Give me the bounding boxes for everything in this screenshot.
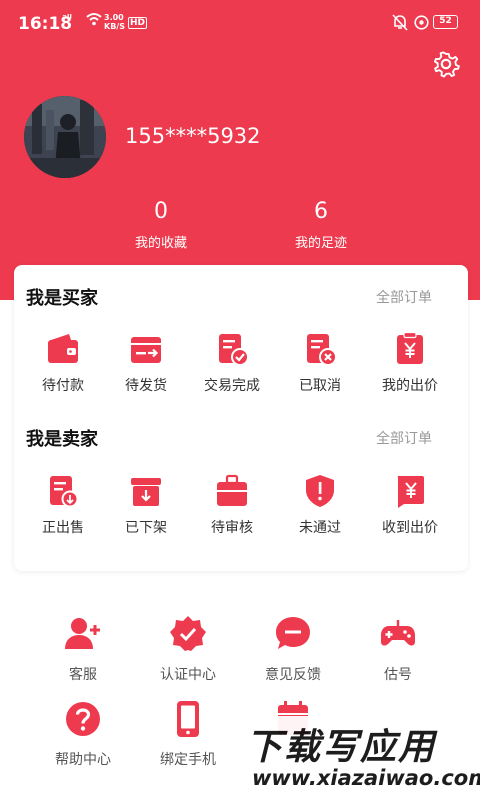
buyer-item-awaiting-shipment[interactable]: 待发货 bbox=[101, 331, 191, 395]
watermark-logo: 下载写应用 www.xiazaiwao.com bbox=[238, 716, 480, 800]
tool-bind-phone[interactable]: 绑定手机 bbox=[138, 700, 238, 769]
seller-item-rejected[interactable]: 未通过 bbox=[275, 473, 365, 537]
seller-item-pending-review[interactable]: 待审核 bbox=[187, 473, 277, 537]
avatar[interactable] bbox=[24, 96, 106, 178]
buyer-item-my-bids[interactable]: 我的出价 bbox=[365, 331, 455, 395]
wifi-icon bbox=[86, 13, 102, 26]
buyer-item-label: 我的出价 bbox=[382, 378, 438, 394]
seller-all-orders-link[interactable]: 全部订单 bbox=[376, 428, 432, 448]
chat-bubble-icon bbox=[276, 617, 310, 649]
tool-label: 认证中心 bbox=[160, 667, 216, 683]
favorites-count: 0 bbox=[154, 199, 168, 224]
seller-item-label: 收到出价 bbox=[382, 520, 438, 536]
seller-item-label: 正出售 bbox=[42, 520, 84, 536]
tool-help-center[interactable]: 帮助中心 bbox=[33, 700, 133, 769]
avatar-image bbox=[24, 96, 106, 178]
wallet-icon bbox=[48, 334, 78, 363]
yen-clipboard-icon bbox=[397, 331, 423, 364]
buyer-item-cancelled[interactable]: 已取消 bbox=[275, 331, 365, 395]
briefcase-icon bbox=[217, 474, 247, 506]
verified-badge-icon bbox=[170, 616, 206, 651]
orders-card: 我是买家 全部订单 待付款 待发货 交易完成 已取消 我的出价 我是卖家 全部订… bbox=[14, 265, 468, 571]
buyer-section-title: 我是买家 bbox=[26, 288, 98, 309]
footprints-label: 我的足迹 bbox=[294, 236, 347, 251]
status-bar: 16:18 ᵃˡˡ 3.00 KB/S HD 52 bbox=[0, 0, 480, 48]
tool-label: 意见反馈 bbox=[265, 667, 321, 683]
gamepad-icon bbox=[381, 620, 415, 646]
buyer-item-label: 待发货 bbox=[125, 378, 167, 394]
footprints-stat[interactable]: 6 我的足迹 bbox=[261, 198, 381, 251]
buyer-all-orders-link[interactable]: 全部订单 bbox=[376, 287, 432, 307]
tool-label: 帮助中心 bbox=[55, 752, 111, 768]
tool-label: 估号 bbox=[384, 667, 412, 683]
buyer-item-completed[interactable]: 交易完成 bbox=[187, 331, 277, 395]
seller-item-label: 未通过 bbox=[299, 520, 341, 536]
buyer-item-label: 已取消 bbox=[299, 378, 341, 394]
network-speed: 3.00 KB/S bbox=[104, 13, 125, 31]
buyer-item-pending-payment[interactable]: 待付款 bbox=[18, 331, 108, 395]
seller-item-received-bids[interactable]: 收到出价 bbox=[365, 473, 455, 537]
hd-badge: HD bbox=[128, 17, 148, 29]
tool-feedback[interactable]: 意见反馈 bbox=[243, 615, 343, 684]
favorites-stat[interactable]: 0 我的收藏 bbox=[101, 198, 221, 251]
footprints-count: 6 bbox=[314, 199, 328, 224]
document-coin-icon bbox=[50, 476, 79, 508]
battery-icon: 52 bbox=[433, 15, 458, 29]
document-check-icon bbox=[219, 334, 249, 366]
seller-item-on-sale[interactable]: 正出售 bbox=[18, 473, 108, 537]
tool-customer-service[interactable]: 客服 bbox=[33, 615, 133, 684]
phone-number[interactable]: 155****5932 bbox=[125, 124, 261, 148]
buyer-item-label: 交易完成 bbox=[204, 378, 260, 394]
eye-protect-icon bbox=[414, 15, 429, 30]
settings-gear-icon[interactable] bbox=[430, 48, 462, 80]
seller-item-label: 待审核 bbox=[211, 520, 253, 536]
bell-muted-icon bbox=[392, 14, 408, 31]
yen-tag-icon bbox=[397, 476, 424, 508]
phone-icon bbox=[177, 701, 199, 737]
shipping-box-icon bbox=[131, 337, 161, 363]
seller-section-title: 我是卖家 bbox=[26, 429, 98, 450]
seller-item-label: 已下架 bbox=[125, 520, 167, 536]
buyer-item-label: 待付款 bbox=[42, 378, 84, 394]
favorites-label: 我的收藏 bbox=[134, 236, 187, 251]
tool-account-valuation[interactable]: 估号 bbox=[348, 615, 448, 684]
tool-label: 绑定手机 bbox=[160, 752, 216, 768]
watermark-url: www.xiazaiwao.com bbox=[252, 766, 480, 790]
help-circle-icon bbox=[66, 702, 100, 736]
archive-down-icon bbox=[131, 478, 161, 506]
signal-icon: ᵃˡˡ bbox=[62, 12, 72, 25]
watermark-title: 下载写应用 bbox=[246, 727, 437, 768]
tool-label: 客服 bbox=[69, 667, 97, 683]
user-add-icon bbox=[65, 618, 100, 649]
document-cancel-icon bbox=[307, 334, 337, 366]
tool-verification-center[interactable]: 认证中心 bbox=[138, 615, 238, 684]
shield-alert-icon bbox=[306, 475, 334, 507]
seller-item-delisted[interactable]: 已下架 bbox=[101, 473, 191, 537]
